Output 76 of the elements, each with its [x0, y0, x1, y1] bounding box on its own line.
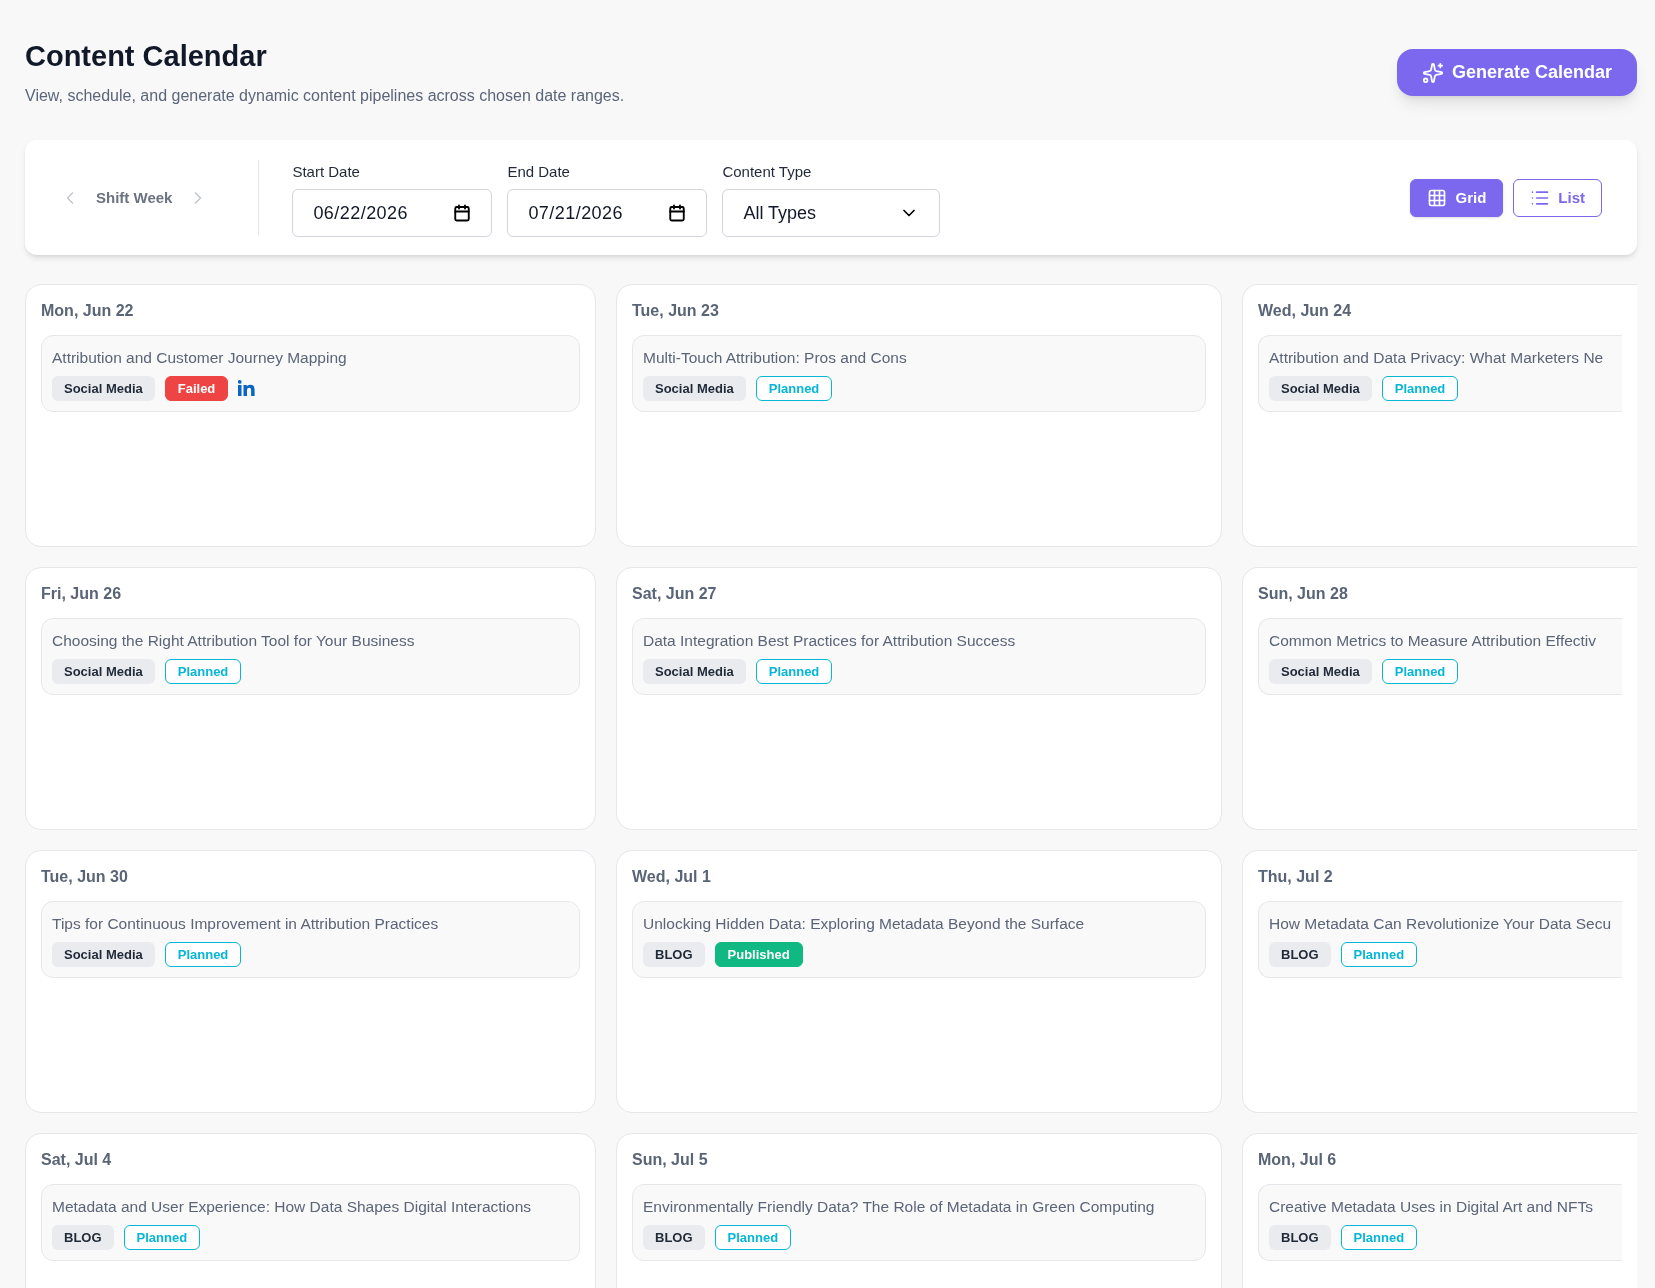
content-entry[interactable]: How Metadata Can Revolutionize Your Data Secu BLOG Planned	[1258, 901, 1622, 978]
content-entry[interactable]: Tips for Continuous Improvement in Attribution Practices Social Media Planned	[41, 901, 580, 978]
day-date: Tue, Jun 30	[41, 867, 129, 888]
type-tag: Social Media	[1269, 375, 1372, 401]
content-entry[interactable]: Attribution and Data Privacy: What Marketers Ne Social Media Planned	[1258, 335, 1622, 412]
page-subtitle: View, schedule, and generate dynamic content pipelines across chosen date ranges.	[25, 86, 625, 107]
entry-title: Choosing the Right Attribution Tool for Your Business	[52, 631, 416, 652]
content-entry[interactable]: Common Metrics to Measure Attribution Effectiv Social Media Planned	[1258, 618, 1622, 695]
status-tag: Planned	[1381, 375, 1459, 401]
shift-week-label: Shift Week	[96, 187, 173, 208]
type-tag: BLOG	[643, 941, 705, 967]
entry-title: Data Integration Best Practices for Attribution Success	[643, 631, 1017, 652]
date-field[interactable]: 07/21/2026	[507, 189, 708, 237]
view-toggle-tab[interactable]: Grid	[1410, 178, 1504, 217]
entry-title: Environmentally Friendly Data? The Role of Metadata in Green Computing	[643, 1197, 1156, 1218]
generate-calendar-button[interactable]: Generate Calendar	[1397, 49, 1637, 96]
type-tag: BLOG	[52, 1224, 114, 1250]
content-entry[interactable]: Data Integration Best Practices for Attribution Success Social Media Planned	[632, 618, 1206, 695]
content-entry[interactable]: Unlocking Hidden Data: Exploring Metadata Beyond the Surface BLOG Published	[632, 901, 1206, 978]
status-tag: Planned	[164, 658, 242, 684]
entry-title: Multi-Touch Attribution: Pros and Cons	[643, 348, 908, 369]
date-field[interactable]: 06/22/2026	[292, 189, 493, 237]
status-tag: Published	[714, 941, 803, 967]
status-tag: Failed	[164, 375, 229, 401]
entry-title: Tips for Continuous Improvement in Attribution Practices	[52, 914, 440, 935]
status-tag: Planned	[714, 1224, 792, 1250]
entry-title: Unlocking Hidden Data: Exploring Metadata Beyond the Surface	[643, 914, 1086, 935]
entry-title: Attribution and Data Privacy: What Marketers Ne	[1269, 348, 1605, 369]
entry-title: Metadata and User Experience: How Data Shapes Digital Interactions	[52, 1197, 533, 1218]
day-date: Thu, Jul 2	[1258, 867, 1334, 888]
day-date: Fri, Jun 26	[41, 584, 123, 605]
status-tag: Planned	[755, 375, 833, 401]
day-date: Wed, Jul 1	[632, 867, 712, 888]
content-entry[interactable]: Choosing the Right Attribution Tool for Your Business Social Media Planned	[41, 618, 580, 695]
type-tag: Social Media	[643, 658, 746, 684]
type-tag: BLOG	[643, 1224, 705, 1250]
day-date: Wed, Jun 24	[1258, 301, 1353, 322]
grid-icon	[1427, 187, 1448, 208]
status-tag: Planned	[123, 1224, 201, 1250]
status-tag: Planned	[1340, 1224, 1418, 1250]
type-tag: Social Media	[52, 375, 155, 401]
day-date: Sun, Jul 5	[632, 1150, 709, 1171]
type-tag: BLOG	[1269, 1224, 1331, 1250]
entry-title: How Metadata Can Revolutionize Your Data Secu	[1269, 914, 1612, 935]
content-entry[interactable]: Creative Metadata Uses in Digital Art and NFTs BLOG Planned	[1258, 1184, 1622, 1261]
status-tag: Planned	[164, 941, 242, 967]
view-toggle-tab[interactable]: List	[1513, 178, 1602, 217]
type-tag: Social Media	[643, 375, 746, 401]
entry-title: Attribution and Customer Journey Mapping	[52, 348, 348, 369]
entry-title: Common Metrics to Measure Attribution Effectiv	[1269, 631, 1598, 652]
field-label: End Date	[507, 161, 571, 182]
content-type-select[interactable]: All Types	[722, 189, 941, 237]
calendar-icon	[453, 204, 472, 222]
type-tag: Social Media	[52, 941, 155, 967]
entry-title: Creative Metadata Uses in Digital Art and NFTs	[1269, 1197, 1594, 1218]
status-tag: Planned	[1381, 658, 1459, 684]
type-tag: BLOG	[1269, 941, 1331, 967]
day-date: Sat, Jun 27	[632, 584, 718, 605]
content-entry[interactable]: Environmentally Friendly Data? The Role of Metadata in Green Computing BLOG Planned	[632, 1184, 1206, 1261]
day-date: Mon, Jul 6	[1258, 1150, 1338, 1171]
day-date: Sat, Jul 4	[41, 1150, 113, 1171]
content-entry[interactable]: Multi-Touch Attribution: Pros and Cons Social Media Planned	[632, 335, 1206, 412]
field-label: Start Date	[292, 161, 361, 182]
day-date: Tue, Jun 23	[632, 301, 720, 322]
day-date: Sun, Jun 28	[1258, 584, 1349, 605]
field-label: Content Type	[722, 161, 813, 182]
type-tag: Social Media	[52, 658, 155, 684]
status-tag: Planned	[1340, 941, 1418, 967]
sparkle-icon	[1421, 61, 1444, 84]
status-tag: Planned	[755, 658, 833, 684]
calendar-icon	[668, 204, 687, 222]
page-title: Content Calendar	[25, 39, 268, 74]
content-entry[interactable]: Metadata and User Experience: How Data Shapes Digital Interactions BLOG Planned	[41, 1184, 580, 1261]
type-tag: Social Media	[1269, 658, 1372, 684]
content-entry[interactable]: Attribution and Customer Journey Mapping Social Media Failed	[41, 335, 580, 412]
day-date: Mon, Jun 22	[41, 301, 135, 322]
